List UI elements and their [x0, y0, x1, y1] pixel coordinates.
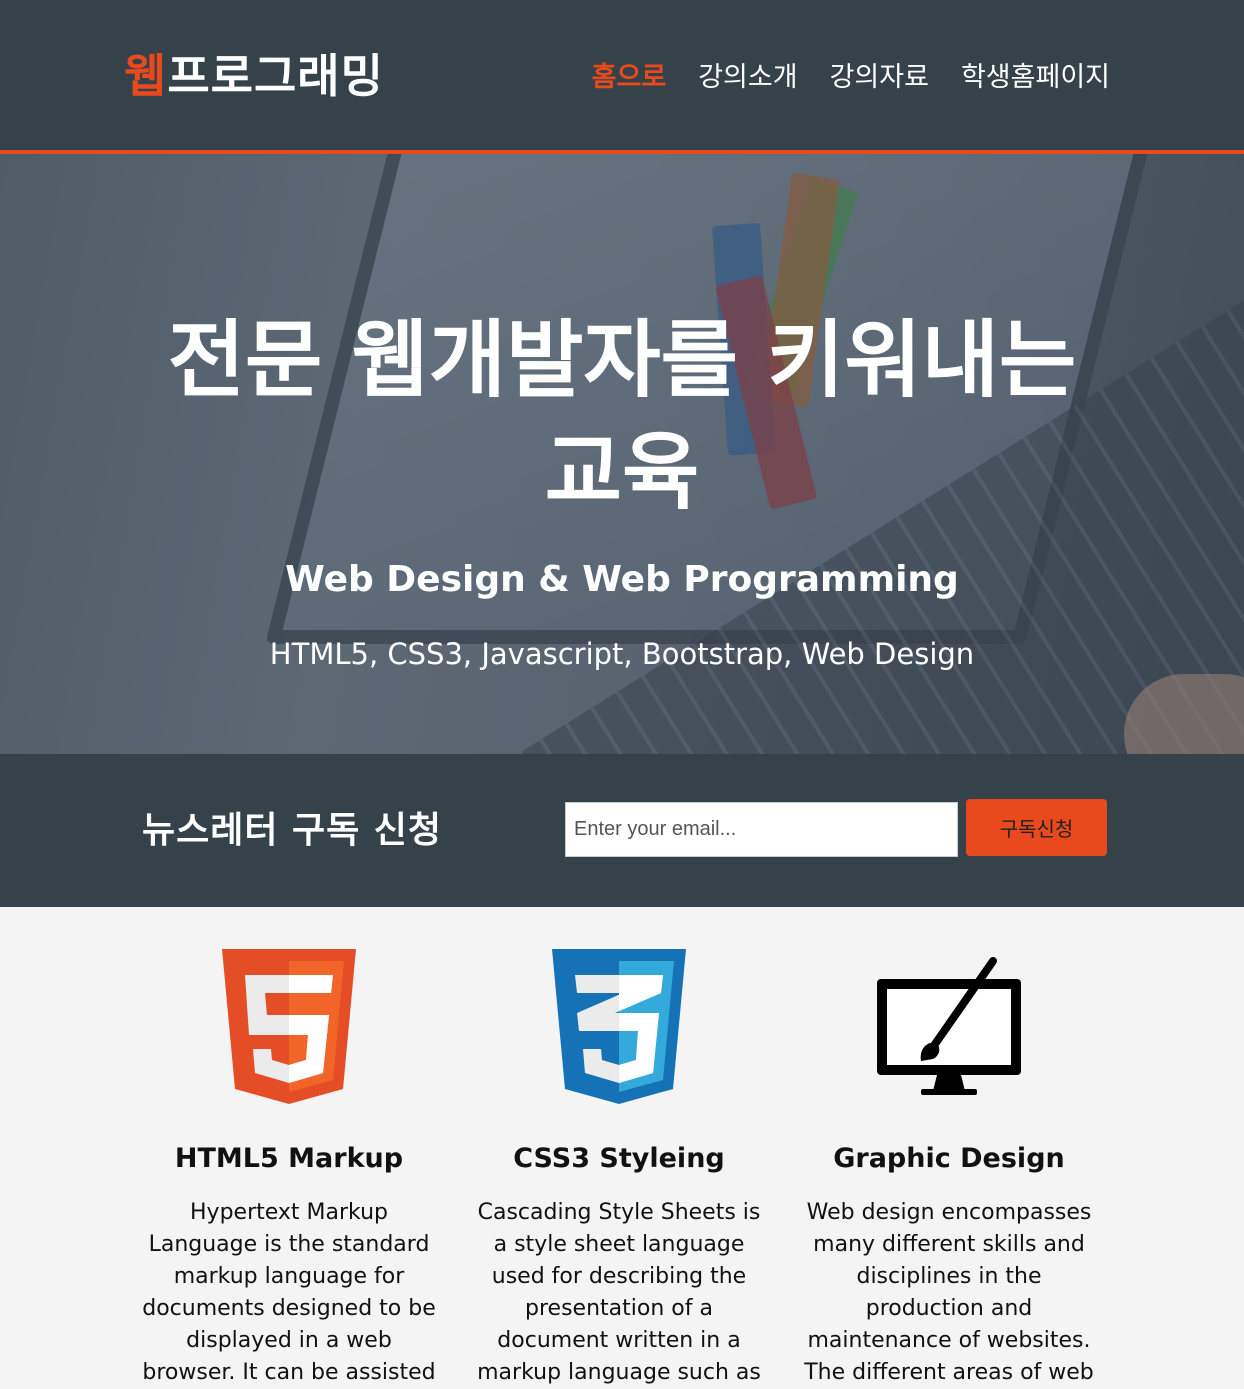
logo-highlight: 웹: [124, 49, 168, 103]
logo-text: 프로그래밍: [167, 49, 384, 103]
nav-item-lecture-materials[interactable]: 강의자료: [830, 58, 929, 98]
graphic-design-monitor-icon: [877, 957, 1021, 1095]
nav-item-home[interactable]: 홈으로: [592, 58, 667, 98]
showcase-tagline: HTML5, CSS3, Javascript, Bootstrap, Web …: [269, 637, 975, 671]
feature-description: Web design encompasses many different sk…: [804, 1200, 1094, 1385]
feature-box-html5: HTML5 Markup Hypertext Markup Language i…: [124, 907, 454, 1389]
email-input[interactable]: [565, 802, 958, 857]
feature-description: Cascading Style Sheets is a style sheet …: [477, 1200, 761, 1385]
showcase-subtitle: Web Design & Web Programming: [285, 559, 959, 600]
feature-description: Hypertext Markup Language is the standar…: [142, 1200, 436, 1385]
nav-item-lecture-intro[interactable]: 강의소개: [698, 58, 797, 98]
site-header: 웹프로그래밍 홈으로 강의소개 강의자료 학생홈페이지: [0, 0, 1244, 154]
newsletter-section: 뉴스레터 구독 신청 구독신청: [0, 754, 1244, 907]
showcase-content: 전문 웹개발자를 키워내는 교육 Web Design & Web Progra…: [0, 154, 1244, 754]
feature-title: CSS3 Styleing: [513, 1143, 725, 1174]
feature-title: HTML5 Markup: [174, 1143, 404, 1174]
feature-title: Graphic Design: [833, 1143, 1065, 1174]
showcase-hero: 전문 웹개발자를 키워내는 교육 Web Design & Web Progra…: [0, 154, 1244, 754]
css3-logo-icon: [552, 949, 686, 1104]
main-nav: 홈으로 강의소개 강의자료 학생홈페이지: [592, 58, 1110, 98]
newsletter-heading: 뉴스레터 구독 신청: [142, 810, 443, 851]
subscribe-button[interactable]: 구독신청: [966, 799, 1107, 856]
site-logo[interactable]: 웹프로그래밍: [124, 46, 384, 106]
showcase-title: 전문 웹개발자를 키워내는 교육: [167, 311, 1077, 521]
feature-boxes: HTML5 Markup Hypertext Markup Language i…: [0, 907, 1244, 1388]
nav-item-student-homepage[interactable]: 학생홈페이지: [961, 58, 1110, 98]
feature-box-css3: CSS3 Styleing Cascading Style Sheets is …: [454, 907, 784, 1389]
feature-box-graphic-design: Graphic Design Web design encompasses ma…: [784, 907, 1114, 1389]
html5-logo-icon: [222, 949, 356, 1104]
